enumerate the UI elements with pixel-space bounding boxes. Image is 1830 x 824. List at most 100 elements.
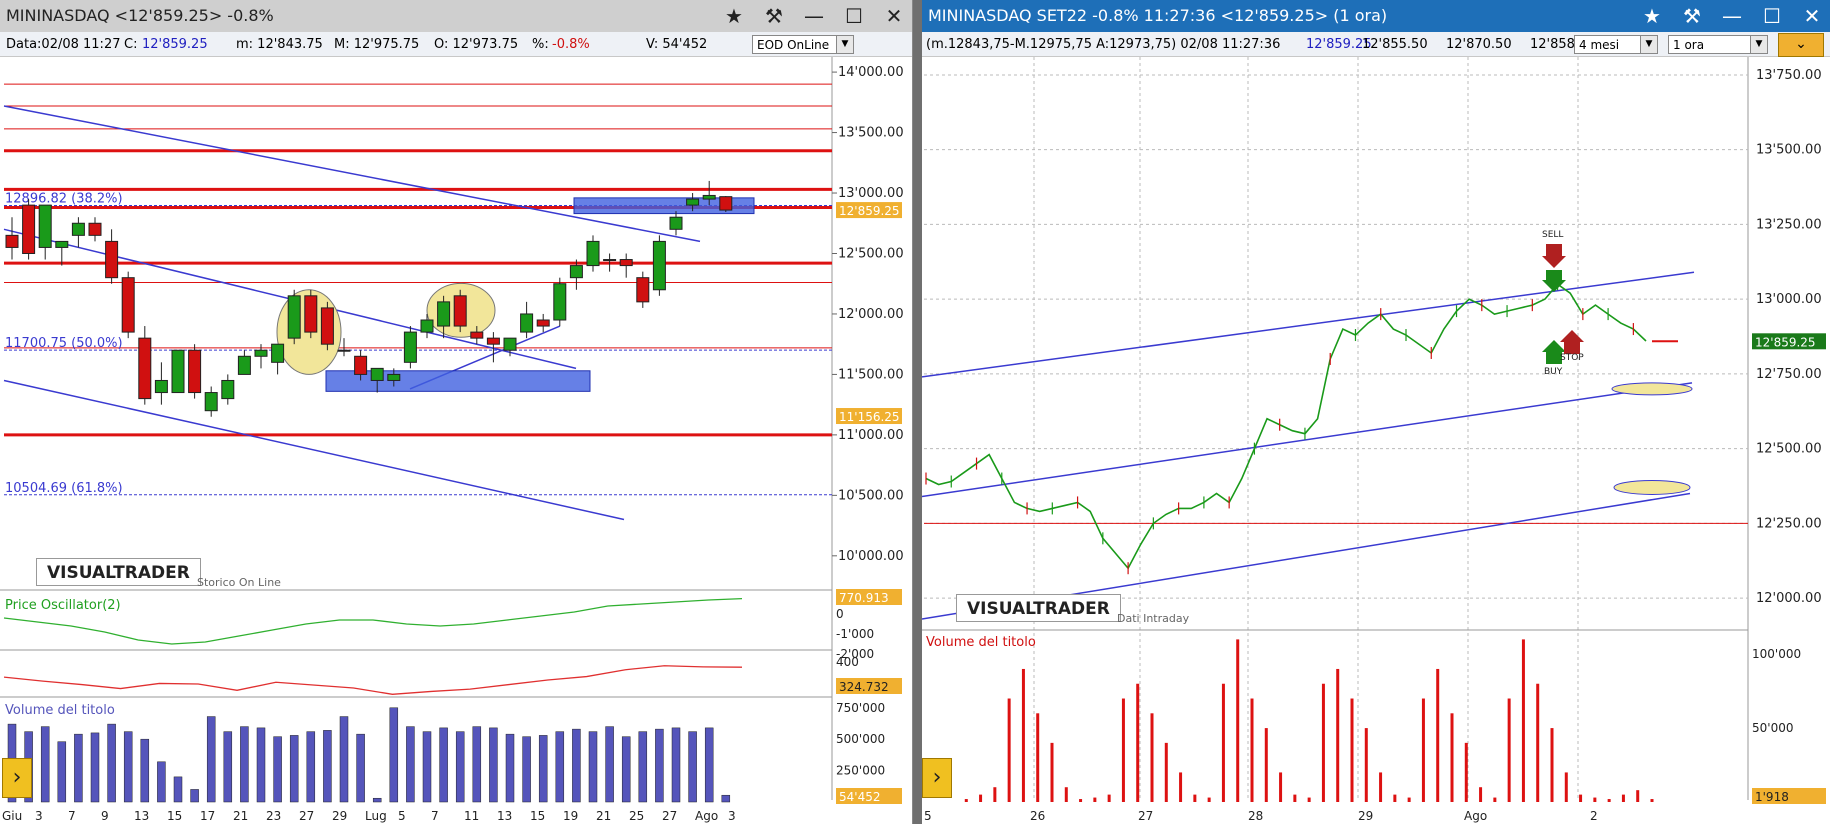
volume-bar	[1107, 794, 1111, 802]
candle-body	[470, 331, 484, 339]
right-panel-expand-button[interactable]: ›	[922, 758, 952, 798]
volume-bar	[1350, 698, 1354, 802]
candle-body	[702, 194, 716, 200]
x-tick-label: 29	[332, 809, 347, 823]
volume-bar	[223, 731, 233, 803]
y-tick-label: 10'000.00	[838, 549, 904, 564]
x-tick-label: 27	[662, 809, 677, 823]
x-tick-label: 9	[101, 809, 109, 823]
volume-bar	[173, 776, 183, 803]
trendline	[3, 105, 701, 243]
volume-bar	[1507, 698, 1511, 802]
left-logo-note: Storico On Line	[197, 576, 281, 589]
target-zone	[1611, 382, 1693, 396]
x-tick-label: Ago	[1464, 809, 1487, 823]
volume-bar	[107, 723, 116, 803]
y-tick-label: 11'000.00	[838, 428, 904, 443]
candle-body	[254, 349, 268, 357]
sell-arrow-icon	[1542, 244, 1566, 268]
volume-bar	[356, 733, 365, 803]
volume-bar	[1579, 794, 1583, 802]
volume-bar	[339, 716, 349, 803]
volume-bar	[123, 731, 133, 803]
candle-body	[719, 196, 733, 211]
volume-bar	[1650, 799, 1654, 802]
y-tick-label: 12'500.00	[838, 246, 904, 261]
volume-bar	[704, 727, 714, 803]
osc-top-badge: 770.913	[839, 591, 889, 605]
volume-bar	[1221, 683, 1225, 802]
last-price-badge: 12'859.25	[1755, 335, 1816, 349]
volume-bar	[1021, 668, 1025, 802]
candle-body	[586, 240, 600, 267]
volume-bar	[40, 726, 50, 803]
y-tick-label: 13'250.00	[1756, 217, 1822, 232]
volume-bar	[993, 787, 997, 802]
candle-body	[304, 295, 318, 333]
vol-label: Volume del titolo	[5, 703, 115, 718]
y-tick-label: 12'250.00	[1756, 516, 1822, 531]
volume-bar	[1493, 797, 1497, 802]
volume-bar	[240, 726, 249, 803]
volume-bar	[1593, 797, 1597, 802]
x-tick-label: 5	[398, 809, 406, 823]
candle-body	[453, 295, 467, 327]
volume-bar	[1536, 683, 1540, 802]
volume-bar	[638, 731, 648, 803]
volume-bar	[289, 735, 299, 803]
volume-bar	[323, 730, 332, 803]
x-tick-label: 27	[1138, 809, 1153, 823]
volume-bar	[1379, 772, 1383, 802]
candle-body	[387, 373, 401, 381]
volume-bar	[1007, 698, 1011, 802]
x-tick-label: 17	[200, 809, 215, 823]
volume-bar	[1036, 713, 1040, 802]
candle-body	[652, 240, 666, 291]
candle-body	[669, 216, 683, 230]
stop-signal-label: STOP	[1560, 353, 1584, 363]
vol-tick-label: 50'000	[1752, 721, 1793, 735]
x-tick-label: 13	[497, 809, 512, 823]
volume-bar	[1479, 787, 1483, 802]
volume-bar	[406, 726, 415, 803]
candle-body	[354, 355, 368, 375]
volume-bar	[1621, 794, 1625, 802]
left-panel-expand-button[interactable]: ›	[2, 758, 32, 798]
volume-bar	[1436, 668, 1440, 802]
candle-body	[138, 337, 152, 400]
volume-bar	[1521, 639, 1525, 802]
volume-bar	[140, 738, 150, 803]
volume-bar	[538, 735, 548, 803]
x-tick-label: 11	[464, 809, 479, 823]
candle-body	[71, 222, 85, 236]
x-tick-label: 25	[629, 809, 644, 823]
volume-bar	[1364, 728, 1368, 802]
right-chart-window: MININASDAQ SET22 -0.8% 11:27:36 <12'859.…	[922, 0, 1830, 824]
volume-bar	[1264, 728, 1268, 802]
volume-bar	[1136, 683, 1140, 802]
volume-bar	[1193, 794, 1197, 802]
y-tick-label: 14'000.00	[838, 65, 904, 80]
y-tick-label: 10'500.00	[838, 488, 904, 503]
volume-bar	[74, 733, 83, 803]
last-price-badge: 12'859.25	[839, 204, 900, 218]
volume-bar	[1164, 742, 1168, 802]
fib-label: 12896.82 (38.2%)	[5, 192, 123, 207]
left-logo: VISUALTRADER	[36, 558, 201, 586]
y-tick-label: 13'750.00	[1756, 68, 1822, 83]
osc-tick-label: 400	[836, 655, 859, 669]
volume-bar	[1407, 797, 1411, 802]
volume-bar	[605, 726, 614, 803]
x-tick-label: 21	[233, 809, 248, 823]
candle-body	[121, 277, 135, 333]
vol-label: Volume del titolo	[926, 635, 1036, 650]
oscillator2-line	[3, 665, 743, 695]
volume-bar	[306, 731, 316, 803]
fib-label: 11700.75 (50.0%)	[5, 336, 123, 351]
right-logo-note: Dati Intraday	[1117, 612, 1190, 625]
x-tick-label: 26	[1030, 809, 1045, 823]
osc-tick-label: 0	[836, 607, 844, 621]
vol-badge: 54'452	[839, 790, 880, 804]
candle-body	[420, 319, 434, 333]
candle-body	[520, 313, 534, 333]
